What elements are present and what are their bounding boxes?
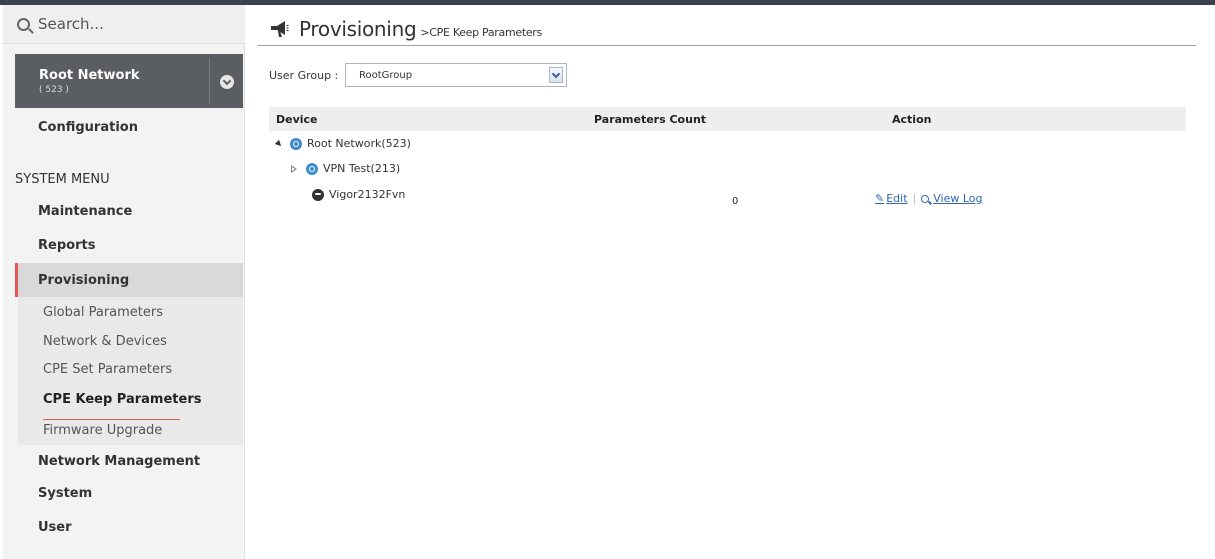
- divider: [209, 58, 210, 104]
- main-content: Provisioning >CPE Keep Parameters User G…: [258, 5, 1200, 559]
- megaphone-icon: [271, 21, 289, 37]
- sidebar-item-user[interactable]: User: [38, 520, 72, 535]
- search-box[interactable]: [3, 5, 245, 44]
- sidebar-item-maintenance[interactable]: Maintenance: [38, 204, 132, 219]
- pencil-icon: ✎: [875, 192, 885, 205]
- system-menu-heading: SYSTEM MENU: [15, 172, 110, 187]
- edit-label: Edit: [886, 192, 908, 205]
- collapsed-arrow-icon[interactable]: [291, 164, 297, 173]
- view-log-label: View Log: [933, 192, 983, 205]
- table-header: Device Parameters Count Action: [269, 107, 1186, 131]
- parameters-count: 0: [732, 196, 739, 207]
- edit-link[interactable]: ✎ Edit: [875, 192, 908, 205]
- device-name: Vigor2132Fvn: [329, 188, 406, 201]
- page-title-text: Provisioning: [299, 17, 417, 41]
- expanded-arrow-icon[interactable]: [274, 139, 284, 148]
- sidebar-sub-cpe-set-parameters[interactable]: CPE Set Parameters: [43, 362, 172, 377]
- sidebar-item-reports[interactable]: Reports: [38, 238, 95, 253]
- column-header-device: Device: [276, 113, 318, 126]
- sidebar-item-label: Provisioning: [38, 272, 130, 288]
- search-icon: [921, 194, 930, 203]
- user-group-select[interactable]: RootGroup: [345, 63, 567, 87]
- sidebar: Root Network ( 523 ) Configuration SYSTE…: [3, 5, 245, 559]
- column-header-parameters-count: Parameters Count: [594, 113, 707, 126]
- sidebar-sub-cpe-keep-parameters[interactable]: CPE Keep Parameters: [43, 392, 201, 407]
- root-network-selector[interactable]: Root Network ( 523 ): [15, 54, 243, 108]
- column-header-action: Action: [892, 113, 932, 126]
- user-group-label: User Group :: [269, 69, 339, 82]
- user-group-value: RootGroup: [359, 69, 413, 81]
- title-divider: [258, 45, 1196, 46]
- sidebar-item-configuration[interactable]: Configuration: [38, 120, 138, 135]
- action-divider: |: [912, 192, 917, 205]
- device-name: Root Network(523): [307, 137, 411, 150]
- page-title: Provisioning >CPE Keep Parameters: [269, 17, 542, 41]
- chevron-down-icon[interactable]: [549, 67, 563, 83]
- breadcrumb: >CPE Keep Parameters: [420, 26, 542, 39]
- root-network-name: Root Network: [39, 67, 140, 83]
- sidebar-item-provisioning[interactable]: Provisioning: [15, 263, 243, 297]
- network-icon: [290, 137, 302, 150]
- row-actions: ✎ Edit | View Log: [875, 192, 983, 205]
- sidebar-item-network-management[interactable]: Network Management: [38, 454, 200, 469]
- sidebar-sub-global-parameters[interactable]: Global Parameters: [43, 305, 163, 320]
- sidebar-sub-network-devices[interactable]: Network & Devices: [43, 334, 167, 349]
- table-row[interactable]: Vigor2132Fvn: [312, 188, 405, 201]
- chevron-down-icon[interactable]: [220, 75, 234, 89]
- sidebar-item-system[interactable]: System: [38, 486, 92, 501]
- sidebar-sub-firmware-upgrade[interactable]: Firmware Upgrade: [43, 423, 162, 438]
- network-icon: [306, 162, 318, 175]
- root-network-count: ( 523 ): [39, 84, 69, 95]
- search-icon: [17, 17, 30, 31]
- table-row[interactable]: VPN Test(213): [291, 162, 400, 175]
- provisioning-submenu: Global Parameters Network & Devices CPE …: [18, 297, 243, 445]
- active-indicator: [43, 419, 180, 420]
- table-row[interactable]: Root Network(523): [274, 137, 411, 150]
- search-input[interactable]: [38, 15, 228, 33]
- device-icon: [312, 188, 324, 201]
- root-network-text: Root Network ( 523 ): [39, 68, 140, 95]
- view-log-link[interactable]: View Log: [921, 192, 983, 205]
- device-name: VPN Test(213): [323, 162, 401, 175]
